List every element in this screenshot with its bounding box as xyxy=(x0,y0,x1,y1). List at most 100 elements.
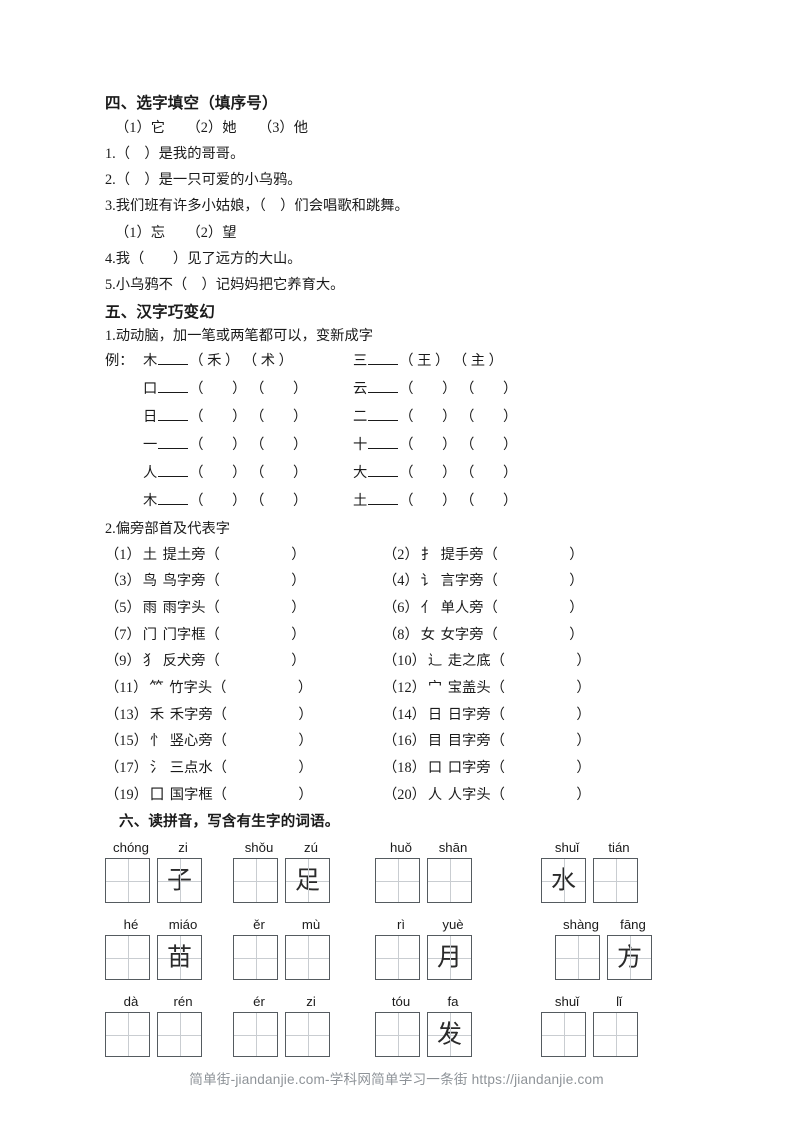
footer-watermark: 简单街-jiandanjie.com-学科网简单学习一条街 https://ji… xyxy=(189,1072,604,1087)
radical-answer-blank[interactable]: ） xyxy=(498,574,583,589)
character-write-cell[interactable] xyxy=(105,1012,150,1058)
transform-answer-blank[interactable]: （ ） xyxy=(399,466,460,481)
radical-table: （1）土 提土旁（ ）（2）扌 提手旁（ ）（3）鸟 鸟字旁（ ）（4）讠 言字… xyxy=(105,546,735,803)
radical-answer-blank[interactable]: ） xyxy=(227,707,312,722)
radical-name: 国字框（ xyxy=(166,786,227,803)
character-write-cell-value: 苗 xyxy=(166,944,192,972)
character-write-cell[interactable] xyxy=(593,858,638,904)
radical-answer-blank[interactable]: ） xyxy=(505,681,590,696)
character-write-cell[interactable]: 方 xyxy=(607,935,652,981)
transform-answer-blank[interactable]: （ ） xyxy=(399,494,460,509)
radical-answer-blank[interactable]: ） xyxy=(220,547,305,562)
radical-answer-blank[interactable]: ） xyxy=(505,761,590,776)
transform-answer-blank[interactable]: （ ） xyxy=(250,438,307,453)
character-write-cell[interactable] xyxy=(285,935,330,981)
radical-item: （1）土 提土旁（ ） xyxy=(105,546,383,563)
transform-answer-blank[interactable]: （ ） xyxy=(189,438,250,453)
transform-answer-blank[interactable]: （ ） xyxy=(250,466,307,481)
pinyin-syllable: zi xyxy=(306,994,316,1010)
transform-row-label: 例： xyxy=(105,353,134,370)
transform-source-char: 二 xyxy=(353,409,368,426)
radical-answer-blank[interactable]: ） xyxy=(227,788,312,803)
transform-answer-blank[interactable]: （ ） xyxy=(250,494,307,509)
character-write-cell-value: 足 xyxy=(294,867,320,895)
pinyin-syllable: ér xyxy=(253,994,265,1010)
radical-answer-blank[interactable]: ） xyxy=(227,734,312,749)
character-write-cell[interactable] xyxy=(541,1012,586,1058)
character-write-cell[interactable]: 子 xyxy=(157,858,202,904)
transform-source-char: 十 xyxy=(353,437,368,454)
transform-answer-blank[interactable]: （ ） xyxy=(189,382,250,397)
transform-answer-blank[interactable]: （ 禾 ） xyxy=(189,354,243,369)
transform-answer-blank[interactable]: （ ） xyxy=(189,494,250,509)
character-cells-line xyxy=(375,858,479,904)
section-4-options-a: （1）它 （2）她 （3）他 xyxy=(115,119,309,136)
transform-answer-blank[interactable]: （ ） xyxy=(460,382,517,397)
character-write-cell[interactable] xyxy=(593,1012,638,1058)
radical-answer-blank[interactable]: ） xyxy=(505,707,590,722)
radical-number: （5） xyxy=(105,600,141,617)
radical-answer-blank[interactable]: ） xyxy=(226,681,312,696)
radical-glyph: 土 xyxy=(142,546,158,563)
radical-answer-blank[interactable]: ） xyxy=(505,734,590,749)
pinyin-line: tóu fa xyxy=(375,991,479,1009)
character-transform-table: 例： 木 （ 禾 ） （ 术 ） 三 （ 王 ） （ 主 ） 口 （ ） （ ） 云 （ ） （… xyxy=(105,354,735,510)
radical-answer-blank[interactable]: ） xyxy=(498,601,583,616)
transform-row: 例： 木 （ 禾 ） （ 术 ） 三 （ 王 ） （ 主 ） xyxy=(105,354,735,370)
radical-name: 竖心旁（ xyxy=(166,733,227,750)
character-write-cell[interactable] xyxy=(427,858,472,904)
character-write-cell[interactable] xyxy=(233,935,278,981)
character-write-cell[interactable] xyxy=(375,1012,420,1058)
transform-answer-blank[interactable]: （ 王 ） xyxy=(399,354,453,369)
section-4-question-2: 2.（ ）是一只可爱的小乌鸦。 xyxy=(105,172,302,189)
radical-answer-blank[interactable]: ） xyxy=(220,627,305,642)
pinyin-syllable: rén xyxy=(173,994,193,1010)
radical-answer-blank[interactable]: ） xyxy=(505,788,590,803)
transform-pair-a: 木 （ 禾 ） （ 术 ） xyxy=(143,354,353,370)
transform-answer-blank[interactable]: （ ） xyxy=(399,410,460,425)
character-write-cell[interactable] xyxy=(157,1012,202,1058)
transform-answer-blank[interactable]: （ ） xyxy=(189,466,250,481)
radical-answer-blank[interactable]: ） xyxy=(220,574,305,589)
radical-answer-blank[interactable]: ） xyxy=(498,547,583,562)
radical-row: （11）⺮ 竹字头（ ）（12）宀 宝盖头（ ） xyxy=(105,681,735,696)
character-write-cell[interactable] xyxy=(285,1012,330,1058)
transform-arrow-line xyxy=(158,476,189,478)
transform-answer-blank[interactable]: （ ） xyxy=(460,438,517,453)
character-write-cell[interactable]: 水 xyxy=(541,858,586,904)
pinyin-line: ér zi xyxy=(233,991,337,1009)
radical-answer-blank[interactable]: ） xyxy=(220,601,305,616)
transform-answer-blank[interactable]: （ ） xyxy=(460,410,517,425)
character-write-cell[interactable]: 月 xyxy=(427,935,472,981)
character-write-cell[interactable] xyxy=(375,935,420,981)
character-cells-line xyxy=(233,935,337,981)
transform-answer-blank[interactable]: （ ） xyxy=(250,382,307,397)
transform-answer-blank[interactable]: （ ） xyxy=(460,466,517,481)
character-write-cell[interactable] xyxy=(105,858,150,904)
transform-answer-blank[interactable]: （ ） xyxy=(399,382,460,397)
transform-answer-blank[interactable]: （ 主 ） xyxy=(453,354,503,369)
transform-arrow-line xyxy=(368,448,399,450)
radical-answer-blank[interactable]: ） xyxy=(220,654,305,669)
transform-source-char: 一 xyxy=(143,437,158,454)
character-write-cell[interactable] xyxy=(233,858,278,904)
character-write-cell[interactable] xyxy=(375,858,420,904)
character-write-cell[interactable]: 苗 xyxy=(157,935,202,981)
character-write-cell[interactable] xyxy=(555,935,600,981)
pinyin-word-group: hé miáo 苗 xyxy=(105,914,209,981)
transform-answer-blank[interactable]: （ ） xyxy=(189,410,250,425)
transform-answer-blank[interactable]: （ ） xyxy=(399,438,460,453)
radical-answer-blank[interactable]: ） xyxy=(227,761,312,776)
radical-glyph: 禾 xyxy=(149,706,165,723)
character-write-cell[interactable] xyxy=(233,1012,278,1058)
character-write-cell[interactable] xyxy=(105,935,150,981)
transform-answer-blank[interactable]: （ ） xyxy=(460,494,517,509)
transform-answer-blank[interactable]: （ 术 ） xyxy=(243,354,293,369)
radical-answer-blank[interactable]: ） xyxy=(498,627,583,642)
character-cells-line: 子 xyxy=(105,858,209,904)
character-write-cell[interactable]: 足 xyxy=(285,858,330,904)
transform-answer-blank[interactable]: （ ） xyxy=(250,410,307,425)
section-5-sub-1: 1.动动脑，加一笔或两笔都可以，变新成字 xyxy=(105,328,374,345)
radical-answer-blank[interactable]: ） xyxy=(505,654,590,669)
character-write-cell[interactable]: 发 xyxy=(427,1012,472,1058)
